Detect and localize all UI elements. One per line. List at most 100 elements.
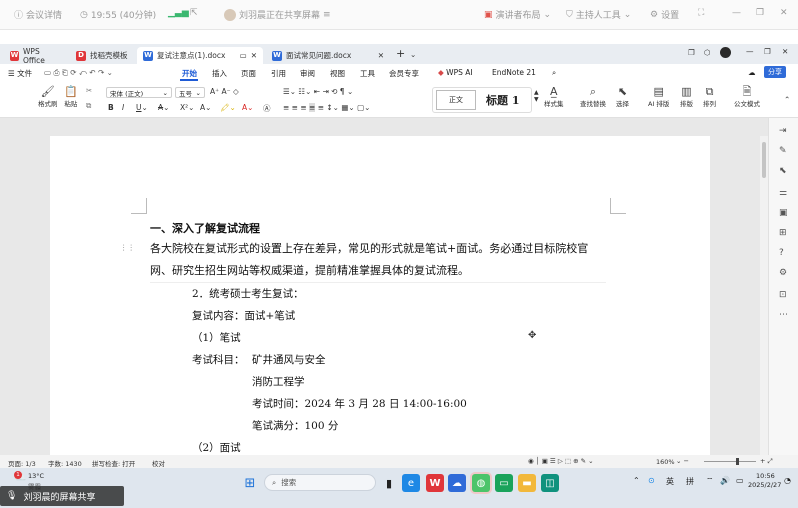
sharing-status[interactable]: 刘羽晨正在共享屏幕 ≡ — [224, 8, 331, 21]
sliders-icon[interactable]: ⚌ — [779, 188, 787, 198]
taskbar-search[interactable]: ⌕ 搜索 — [264, 474, 376, 491]
file-menu[interactable]: ☰ 文件 — [8, 68, 32, 79]
char-border-icon[interactable]: Ⓐ — [263, 103, 271, 114]
doc-paragraph-line1[interactable]: 各大院校在复试形式的设置上存在差异，常见的形式就是笔试+面试。务必通过目标院校官 — [150, 240, 588, 256]
microphone-icon[interactable]: 🎙 — [6, 491, 17, 501]
pen-icon[interactable]: ✎ — [779, 146, 787, 156]
underline-icon[interactable]: U⌄ — [136, 103, 148, 112]
tab-doc-active[interactable]: W 复试注意点(1).docx ▭ ✕ — [137, 47, 263, 64]
formula-mode-button[interactable]: 🗎 公文模式 — [734, 86, 760, 108]
tab-doc-2[interactable]: W 面试常见问题.docx ✕ — [266, 47, 390, 64]
cube-icon[interactable]: ⬡ — [704, 48, 711, 57]
settings-icon[interactable]: ⚙ — [779, 268, 787, 278]
quick-access-icons[interactable]: ▭ ⎙ ⎗ ⟳ ⤺ ↶ ↷ ⌄ — [44, 68, 113, 78]
font-name-select[interactable]: 宋体 (正文) ⌄ — [106, 87, 172, 98]
format-painter-button[interactable]: 🖌 格式刷 — [38, 86, 58, 108]
arrange-button[interactable]: ⧉ 排列 — [703, 86, 716, 108]
scrollbar-thumb[interactable] — [762, 142, 766, 178]
style-gallery-scroll[interactable]: ▲ ▼ — [534, 89, 539, 103]
menu-item-review[interactable]: 审阅 — [300, 68, 315, 79]
tag-icon[interactable]: ⊡ — [779, 290, 787, 300]
bullet-list-icon[interactable]: ☰⌄ ☷⌄ ⇤ ⇥ ⟲ ¶ ⌄ — [283, 87, 353, 96]
doc-subjects-label[interactable]: 考试科目： — [192, 352, 245, 367]
superscript-icon[interactable]: X²⌄ — [180, 103, 194, 112]
new-tab-icon[interactable]: + — [396, 47, 405, 60]
font-size-select[interactable]: 五号 ⌄ — [175, 87, 205, 98]
layout-button[interactable]: ▥ 排版 — [680, 86, 693, 108]
battery-icon[interactable]: ▭ — [736, 476, 744, 485]
folder-icon[interactable]: ▬ — [518, 474, 536, 492]
spell-check-toggle[interactable]: 拼写检查: 打开 — [92, 458, 135, 468]
doc-subject-2[interactable]: 消防工程学 — [252, 374, 305, 389]
close-icon[interactable]: ✕ — [378, 51, 384, 60]
meeting-details-button[interactable]: ⓘ 会议详情 — [14, 8, 62, 21]
text-box-icon[interactable]: ⊞ — [779, 228, 787, 238]
doc-paragraph-line2[interactable]: 网、研究生招生网站等权威渠道，提前精准掌握具体的复试流程。 — [150, 262, 469, 278]
align-icons[interactable]: ≡ ≡ ≡ ≡ ≡ ↕⌄ ▦⌄ ▢⌄ — [283, 103, 370, 112]
ime-mode[interactable]: 拼 — [686, 476, 694, 487]
chevron-up-icon[interactable]: ⌃ — [633, 476, 640, 485]
doc-interview[interactable]: （2）面试 — [192, 440, 241, 455]
view-mode-icons[interactable]: ◉ │ ▣ ☰ ▷ ⬚ ⊕ ✎ ⌄ — [528, 457, 594, 465]
doc-exam-time[interactable]: 考试时间：2024 年 3 月 28 日 14:00-16:00 — [252, 396, 467, 411]
font-color-icon[interactable]: A⌄ — [242, 103, 253, 112]
menu-item-insert[interactable]: 插入 — [212, 68, 227, 79]
help-icon[interactable]: ? — [779, 248, 784, 258]
select-button[interactable]: ⬉ 选择 — [616, 86, 629, 108]
image-icon[interactable]: ▣ — [779, 208, 788, 218]
tab-template[interactable]: D 找稻壳模板 — [70, 47, 134, 64]
menu-item-page[interactable]: 页面 — [241, 68, 256, 79]
clock-time[interactable]: 10:56 — [756, 472, 775, 480]
zoom-dropdown-icon[interactable]: ⌄ − — [676, 457, 689, 465]
style-normal-button[interactable]: 正文 — [436, 90, 476, 110]
cut-icon[interactable]: ✂ — [86, 86, 92, 95]
doc-heading[interactable]: 一、深入了解复试流程 — [150, 220, 260, 236]
menu-item-reference[interactable]: 引用 — [271, 68, 286, 79]
style-heading-button[interactable]: 标题 1 — [486, 92, 519, 108]
avatar[interactable] — [720, 47, 731, 58]
layout-button[interactable]: ▣ 演讲者布局 ⌄ — [484, 8, 551, 22]
strikethrough-icon[interactable]: A⌄ — [158, 103, 169, 112]
doc-subject-1[interactable]: 矿井通风与安全 — [252, 352, 326, 367]
endnote-menu[interactable]: EndNote 21 — [492, 68, 536, 77]
zoom-in-icon[interactable]: + ⤢ — [760, 457, 773, 466]
cloud-icon[interactable]: ☁ — [748, 68, 756, 77]
document-page[interactable]: 一、深入了解复试流程 ⋮⋮ 各大院校在复试形式的设置上存在差异，常见的形式就是笔… — [50, 136, 710, 458]
minimize-icon[interactable]: — — [746, 47, 754, 56]
bold-icon[interactable]: B — [108, 103, 114, 112]
share-button[interactable]: 分享 — [764, 66, 786, 78]
vertical-scrollbar[interactable] — [760, 136, 768, 455]
find-replace-button[interactable]: ⌕ 查找替换 — [580, 86, 606, 108]
style-set-button[interactable]: A̲ 样式集 — [544, 86, 564, 108]
window-icon[interactable]: ❐ — [688, 48, 695, 57]
word-count[interactable]: 字数: 1430 — [48, 458, 82, 468]
ai-layout-button[interactable]: ▤ AI 排版 — [648, 86, 669, 108]
doc-full-score[interactable]: 笔试满分：100 分 — [252, 418, 338, 433]
doc-item-2[interactable]: 2．统考硕士考生复试： — [192, 286, 304, 301]
fullscreen-icon[interactable]: ⛶ — [698, 8, 704, 18]
minimize-icon[interactable]: — — [732, 8, 741, 18]
zoom-slider[interactable] — [704, 458, 756, 465]
host-tools-button[interactable]: ⛉ 主持人工具 ⌄ — [566, 8, 631, 22]
chat-app-icon[interactable]: ▭ — [495, 474, 513, 492]
wps-ai-menu[interactable]: ◆ WPS AI — [438, 68, 473, 77]
settings-button[interactable]: ⚙ 设置 — [650, 8, 679, 22]
clock-date[interactable]: 2025/2/27 — [748, 481, 781, 489]
chevron-down-icon[interactable]: ⌄ — [410, 50, 416, 59]
highlight-icon[interactable]: 🖍⌄ — [220, 103, 236, 112]
zoom-level[interactable]: 160% — [656, 458, 675, 466]
paste-button[interactable]: 📋 粘贴 — [64, 86, 78, 108]
doc-content[interactable]: 复试内容：面试+笔试 — [192, 308, 295, 323]
close-icon[interactable]: ✕ — [251, 51, 257, 60]
search-icon[interactable]: ⌕ — [552, 68, 556, 78]
restore-icon[interactable]: ❐ — [756, 8, 764, 18]
notification-icon[interactable]: ◔ — [784, 476, 791, 485]
menu-item-tools[interactable]: 工具 — [360, 68, 375, 79]
doc-written[interactable]: （1）笔试 — [192, 330, 241, 345]
tray-app-icon[interactable]: ⊙ — [648, 476, 655, 485]
page-count[interactable]: 页面: 1/3 — [8, 458, 36, 468]
restore-icon[interactable]: ❐ — [764, 47, 771, 56]
monitor-icon[interactable]: ▭ — [240, 51, 247, 60]
more-icon[interactable]: ⋯ — [779, 310, 788, 320]
wechat-icon[interactable]: ◍ — [472, 474, 490, 492]
